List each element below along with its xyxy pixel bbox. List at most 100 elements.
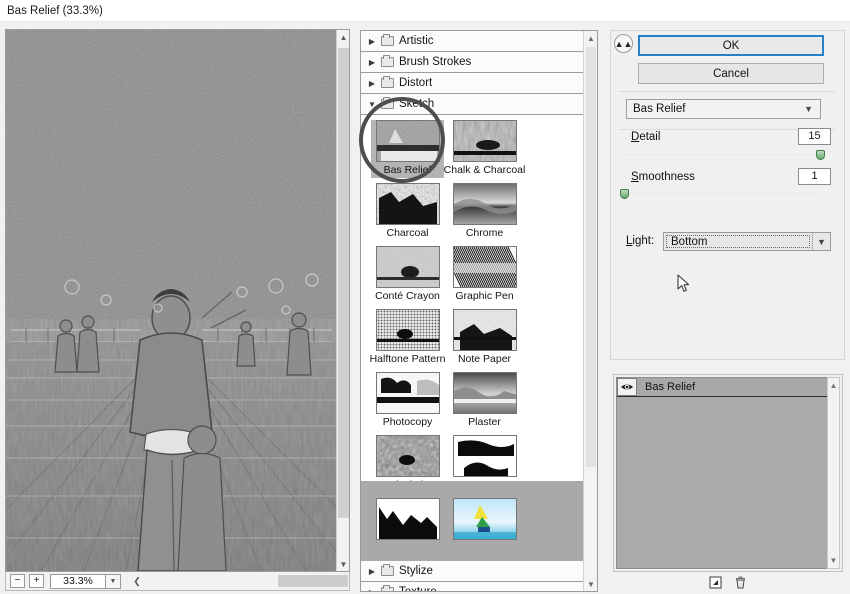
category-row-texture[interactable]: ▶ Texture (361, 582, 597, 592)
chevron-right-icon[interactable]: ▶ (367, 36, 377, 46)
smoothness-value-field[interactable]: 1 (798, 168, 831, 185)
hscroll-track[interactable] (148, 574, 348, 588)
trash-icon[interactable] (734, 576, 748, 590)
light-param-row: Light: Bottom ▼ (626, 232, 831, 252)
chevron-down-icon[interactable]: ▼ (367, 99, 377, 109)
gallery-scrollbar[interactable]: ▲ ▼ (583, 31, 597, 591)
category-group-top: ▶ Artistic ▶ Brush Strokes ▶ Distort ▼ Sketch (361, 31, 597, 115)
layers-scrollbar[interactable]: ▲ ▼ (827, 377, 840, 569)
eye-visibility-icon[interactable] (617, 378, 637, 396)
category-row-sketch[interactable]: ▼ Sketch (361, 94, 597, 115)
effect-layer-toolbar (613, 573, 843, 592)
smoothness-slider[interactable] (620, 188, 821, 200)
category-row-brush-strokes[interactable]: ▶ Brush Strokes (361, 52, 597, 73)
category-label: Sketch (399, 98, 435, 110)
double-chevron-up-icon[interactable]: ▲▲ (614, 34, 633, 53)
category-row-artistic[interactable]: ▶ Artistic (361, 31, 597, 52)
filter-label: Photocopy (382, 416, 433, 428)
scrollbar-thumb[interactable] (586, 47, 596, 467)
filter-thumbnail-charcoal[interactable]: Charcoal (371, 183, 444, 241)
effect-layer-row[interactable]: Bas Relief (617, 378, 827, 397)
filter-thumbnail-plaster[interactable]: Plaster (448, 372, 521, 430)
filter-thumbnail-graphic-pen[interactable]: Graphic Pen (448, 246, 521, 304)
scroll-up-icon[interactable]: ▲ (337, 30, 349, 44)
category-row-stylize[interactable]: ▶ Stylize (361, 561, 597, 582)
chevron-right-icon[interactable]: ▶ (367, 78, 377, 88)
filter-preview-image (375, 309, 440, 351)
chevron-right-icon[interactable]: ▶ (367, 566, 377, 576)
filter-label: Note Paper (457, 353, 512, 365)
preview-image (6, 30, 337, 571)
effect-layer-list[interactable]: Bas Relief (616, 377, 828, 569)
category-label: Stylize (399, 565, 433, 577)
filter-thumbnail-chalk-charcoal[interactable]: Chalk & Charcoal (444, 120, 525, 178)
chevron-right-icon[interactable]: ▶ (367, 57, 377, 67)
scroll-up-icon[interactable]: ▲ (584, 31, 597, 45)
scroll-left-icon[interactable]: ❮ (126, 576, 148, 587)
page-title: Bas Relief (33.3%) (7, 5, 103, 17)
new-effect-layer-icon[interactable] (709, 576, 723, 590)
zoom-in-button[interactable]: + (29, 574, 44, 588)
chevron-down-icon[interactable]: ▼ (106, 573, 121, 589)
preview-vertical-scrollbar[interactable]: ▲ ▼ (336, 30, 349, 571)
zoom-out-button[interactable]: − (10, 574, 25, 588)
chevron-right-icon[interactable]: ▶ (367, 587, 377, 592)
filter-preview-image (375, 435, 440, 477)
zoom-level-value[interactable]: 33.3% (50, 573, 106, 589)
filter-gallery-window: Bas Relief (33.3%) ▲ ▼ − + 33.3% ▼ ❮ ▶ A… (0, 0, 850, 594)
folder-icon (381, 585, 394, 591)
detail-value-field[interactable]: 15 (798, 128, 831, 145)
filter-preview-image (452, 498, 517, 540)
filter-thumbnail-bas-relief[interactable]: Bas Relief (371, 120, 444, 178)
slider-handle[interactable] (620, 189, 629, 199)
scroll-down-icon[interactable]: ▼ (337, 557, 349, 571)
filter-thumbnail-photocopy[interactable]: Photocopy (371, 372, 444, 430)
filter-preview-image (375, 120, 440, 162)
preview-horizontal-scrollbar[interactable]: ❮ ❯ (126, 573, 348, 589)
scroll-up-icon[interactable]: ▲ (828, 379, 839, 392)
filter-preview-image (452, 309, 517, 351)
mouse-cursor (677, 274, 691, 294)
filter-preview-image (452, 120, 517, 162)
folder-icon (381, 564, 394, 576)
filter-settings-panel: ▲▲ OK Cancel Bas Relief ▼ Detail 15 Smoo… (610, 30, 845, 360)
smoothness-param-row: Smoothness 1 (631, 168, 831, 185)
filter-preview-image (452, 435, 517, 477)
filter-thumbnail-halftone-pattern[interactable]: Halftone Pattern (369, 309, 446, 367)
category-row-distort[interactable]: ▶ Distort (361, 73, 597, 94)
preview-pane[interactable]: ▲ ▼ (5, 29, 350, 572)
hscrollbar-thumb[interactable] (278, 575, 348, 587)
category-label: Artistic (399, 35, 434, 47)
smoothness-label: Smoothness (631, 171, 695, 183)
folder-icon (381, 34, 394, 46)
filter-preview-image (375, 246, 440, 288)
cancel-button[interactable]: Cancel (638, 63, 824, 84)
effect-layers-panel: Bas Relief ▲ ▼ (613, 374, 843, 572)
category-label: Texture (399, 586, 437, 592)
chevron-down-icon[interactable]: ▼ (812, 233, 830, 250)
scrollbar-thumb[interactable] (338, 48, 349, 518)
preview-canvas[interactable] (6, 30, 337, 571)
filter-thumbnail-chrome[interactable]: Chrome (448, 183, 521, 241)
filter-name-dropdown[interactable]: Bas Relief ▼ (626, 99, 821, 119)
folder-icon (381, 97, 394, 109)
detail-slider[interactable] (624, 149, 825, 161)
filter-thumbnail-cont-crayon[interactable]: Conté Crayon (371, 246, 444, 304)
filter-label: Halftone Pattern (369, 353, 446, 365)
ok-button[interactable]: OK (638, 35, 824, 56)
filter-name-value: Bas Relief (633, 103, 686, 115)
filter-label: Plaster (468, 416, 501, 428)
filter-label: Conté Crayon (375, 290, 440, 302)
slider-handle[interactable] (816, 150, 825, 160)
scroll-down-icon[interactable]: ▼ (828, 554, 839, 567)
detail-label: Detail (631, 131, 661, 143)
filter-label: Bas Relief (383, 164, 432, 176)
filter-thumbnail-note-paper[interactable]: Note Paper (448, 309, 521, 367)
filter-label: Chalk & Charcoal (443, 164, 526, 176)
window-title-bar: Bas Relief (33.3%) (0, 0, 850, 22)
scroll-down-icon[interactable]: ▼ (584, 577, 597, 591)
filter-preview-image (452, 183, 517, 225)
slider-track (624, 193, 821, 194)
light-dropdown[interactable]: Bottom ▼ (663, 232, 831, 251)
filter-preview-image (452, 246, 517, 288)
